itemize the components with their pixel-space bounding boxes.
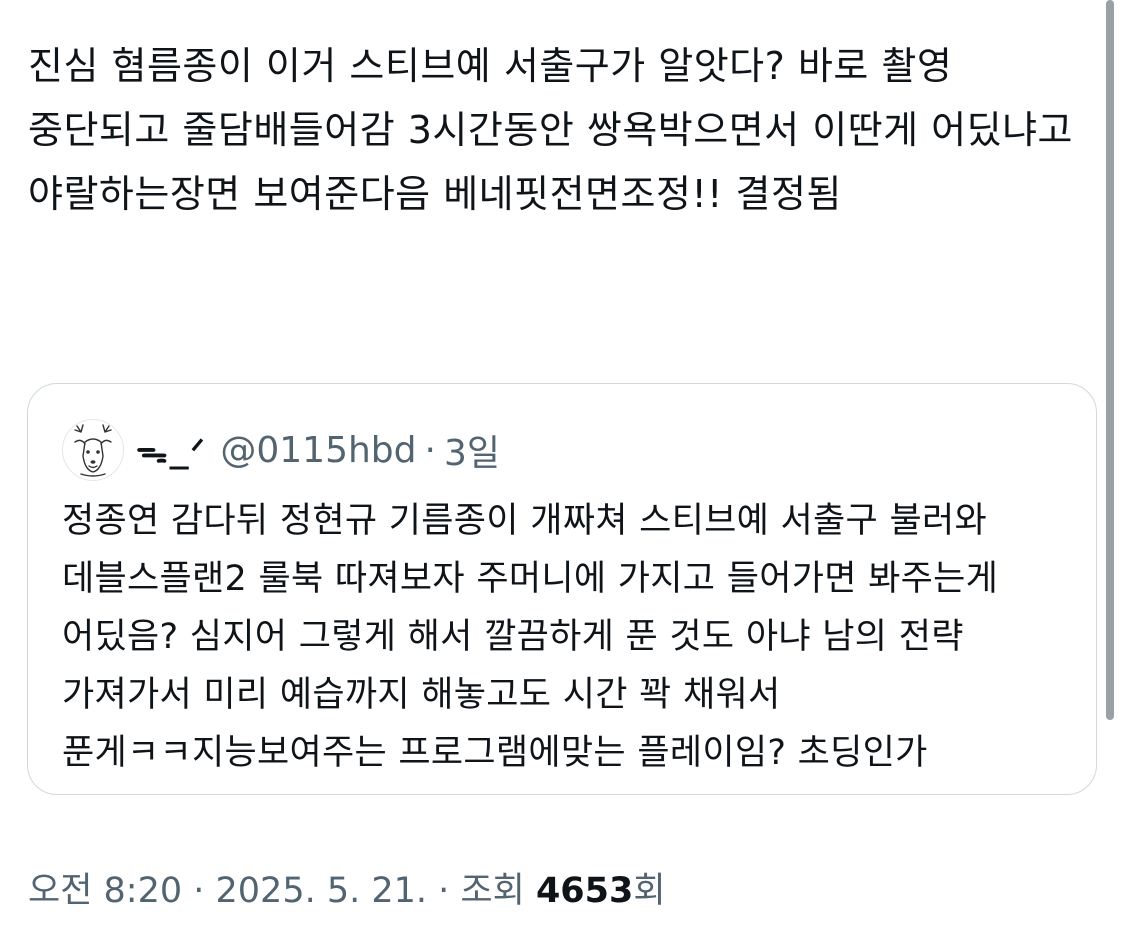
scrollbar[interactable] bbox=[1106, 0, 1114, 720]
quoted-display-name[interactable]: ᯓ_ᐟ bbox=[136, 429, 206, 472]
tweet-text: 진심 혐름종이 이거 스티브예 서출구가 알앗다? 바로 촬영 중단되고 줄담배… bbox=[28, 44, 1086, 216]
quoted-tweet-text: 정종연 감다뒤 정현규 기름종이 개짜쳐 스티브예 서출구 불러와 데블스플랜2… bbox=[62, 501, 1010, 773]
separator-dot: · bbox=[424, 429, 436, 471]
quoted-handle[interactable]: @0115hbd bbox=[220, 430, 416, 471]
meta-separator: · bbox=[182, 871, 216, 911]
tweet-time[interactable]: 오전 8:20 bbox=[28, 871, 182, 911]
tweet-date[interactable]: 2025. 5. 21. bbox=[216, 871, 428, 911]
views-label: 조회 bbox=[460, 871, 536, 911]
deer-avatar-icon[interactable] bbox=[62, 419, 124, 481]
views-suffix: 회 bbox=[633, 871, 666, 911]
quoted-tweet-header: ᯓ_ᐟ @0115hbd · 3일 bbox=[62, 419, 500, 481]
meta-separator: · bbox=[427, 871, 461, 911]
views-count[interactable]: 4653 bbox=[536, 871, 633, 911]
quoted-timestamp[interactable]: 3일 bbox=[444, 424, 500, 476]
tweet-meta: 오전 8:20 · 2025. 5. 21. · 조회 4653회 bbox=[28, 862, 666, 913]
quoted-tweet-card[interactable]: ᯓ_ᐟ @0115hbd · 3일 정종연 감다뒤 정현규 기름종이 개짜쳐 스… bbox=[27, 383, 1097, 795]
